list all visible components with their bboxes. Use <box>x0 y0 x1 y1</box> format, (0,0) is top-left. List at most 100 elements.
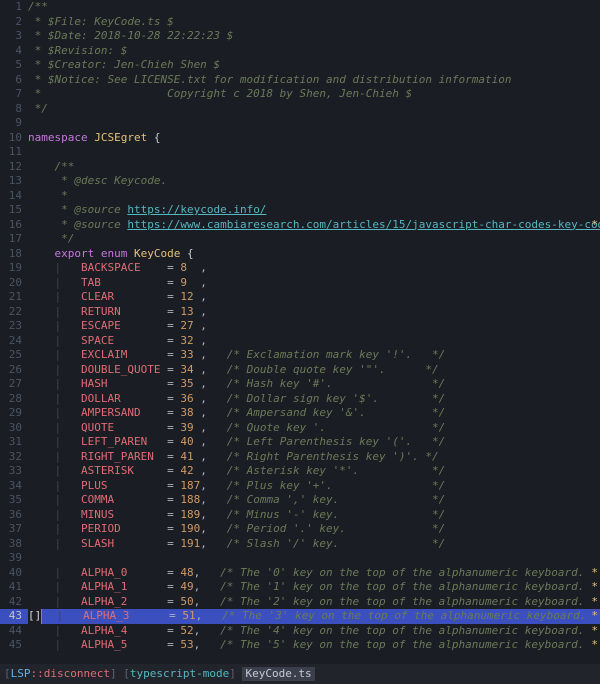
doc-open: /** <box>55 160 75 173</box>
line-number: 2 <box>0 15 28 30</box>
doc-close: */ <box>55 232 75 245</box>
line-number: 22 <box>0 305 28 320</box>
doc-desc: * @desc Keycode. <box>55 174 168 187</box>
bracket-icon: ] <box>110 667 117 682</box>
enum-member: ESCAPE <box>81 319 167 332</box>
line-number: 13 <box>0 174 28 189</box>
line-number: 41 <box>0 580 28 595</box>
doc-blank: * <box>55 189 68 202</box>
enum-value: 49 <box>180 580 193 593</box>
cursor-icon: [] <box>28 609 41 624</box>
enum-member: ALPHA_0 <box>81 566 167 579</box>
enum-value: 42 <box>180 464 200 477</box>
doc-src1: * @source <box>55 203 128 216</box>
enum-member: EXCLAIM <box>81 348 167 361</box>
inline-comment: /* Left Parenthesis key '('. */ <box>227 435 446 448</box>
truncate-icon: * <box>591 624 598 639</box>
enum-member: CLEAR <box>81 290 167 303</box>
enum-value: 52 <box>180 624 193 637</box>
doc-src2: * @source <box>55 218 128 231</box>
comment: */ <box>28 102 48 115</box>
line-number: 17 <box>0 232 28 247</box>
line-number: 6 <box>0 73 28 88</box>
enum-member: RIGHT_PAREN <box>81 450 167 463</box>
enum-value: 189 <box>180 508 200 521</box>
buffer-name[interactable]: KeyCode.ts <box>242 667 314 682</box>
inline-comment: /* The '4' key on the top of the alphanu… <box>220 624 584 637</box>
link-cambia[interactable]: https://www.cambiaresearch.com/articles/… <box>127 218 600 231</box>
comment: * $Creator: Jen-Chieh Shen $ <box>28 58 220 71</box>
enum-member: ALPHA_1 <box>81 580 167 593</box>
enum-member: TAB <box>81 276 167 289</box>
code-editor[interactable]: 1/** 2 * $File: KeyCode.ts $ 3 * $Date: … <box>0 0 600 664</box>
line-number: 33 <box>0 464 28 479</box>
line-number: 43 <box>0 609 28 624</box>
bracket-icon: [ <box>4 667 11 682</box>
enum-value: 36 <box>180 392 200 405</box>
line-number: 16 <box>0 218 28 233</box>
inline-comment: /* Asterisk key '*'. */ <box>227 464 446 477</box>
line-number: 10 <box>0 131 28 146</box>
enum-value: 12 <box>180 290 200 303</box>
line-number: 24 <box>0 334 28 349</box>
enum-value: 8 <box>180 261 200 274</box>
enum-value: 48 <box>180 566 193 579</box>
line-number: 25 <box>0 348 28 363</box>
line-number: 5 <box>0 58 28 73</box>
inline-comment: /* The '0' key on the top of the alphanu… <box>220 566 584 579</box>
line-number: 18 <box>0 247 28 262</box>
line-number: 38 <box>0 537 28 552</box>
lsp-indicator[interactable]: LSP <box>11 667 31 682</box>
major-mode[interactable]: typescript-mode <box>130 667 229 682</box>
enum-value: 9 <box>180 276 200 289</box>
comment: * $Revision: $ <box>28 44 127 57</box>
line-number: 32 <box>0 450 28 465</box>
enum-value: 32 <box>180 334 200 347</box>
keyword-enum: enum <box>101 247 128 260</box>
enum-member: ALPHA_4 <box>81 624 167 637</box>
line-number: 45 <box>0 638 28 653</box>
enum-member: SLASH <box>81 537 167 550</box>
inline-comment: /* Quote key '. */ <box>227 421 446 434</box>
lsp-status[interactable]: disconnect <box>44 667 110 682</box>
inline-comment: /* The '5' key on the top of the alphanu… <box>220 638 584 651</box>
line-number: 29 <box>0 406 28 421</box>
enum-member: SPACE <box>81 334 167 347</box>
line-number: 15 <box>0 203 28 218</box>
comment: * Copyright c 2018 by Shen, Jen-Chieh $ <box>28 87 412 100</box>
line-number: 40 <box>0 566 28 581</box>
enum-member: LEFT_PAREN <box>81 435 167 448</box>
inline-comment: /* Period '.' key. */ <box>227 522 446 535</box>
line-number: 23 <box>0 319 28 334</box>
enum-member: DOUBLE_QUOTE <box>81 363 167 376</box>
enum-member: ALPHA_2 <box>81 595 167 608</box>
line-number: 39 <box>0 551 28 566</box>
truncate-icon: * <box>591 566 598 581</box>
line-number: 12 <box>0 160 28 175</box>
line-number: 31 <box>0 435 28 450</box>
line-number: 4 <box>0 44 28 59</box>
enum-member: HASH <box>81 377 167 390</box>
enum-member: BACKSPACE <box>81 261 167 274</box>
enum-member: AMPERSAND <box>81 406 167 419</box>
truncate-icon: * <box>591 580 598 595</box>
line-number: 7 <box>0 87 28 102</box>
inline-comment: /* The '2' key on the top of the alphanu… <box>220 595 584 608</box>
enum-value: 190 <box>180 522 200 535</box>
namespace-name: JCSEgret <box>94 131 147 144</box>
enum-value: 191 <box>180 537 200 550</box>
line-number: 11 <box>0 145 28 160</box>
enum-member: QUOTE <box>81 421 167 434</box>
comment: * $Notice: See LICENSE.txt for modificat… <box>28 73 511 86</box>
inline-comment: /* Ampersand key '&'. */ <box>227 406 446 419</box>
line-number: 36 <box>0 508 28 523</box>
truncate-icon: * <box>591 595 598 610</box>
enum-member: RETURN <box>81 305 167 318</box>
inline-comment: /* Comma ',' key. */ <box>227 493 446 506</box>
enum-value: 188 <box>180 493 200 506</box>
enum-value: 35 <box>180 377 200 390</box>
line-number: 35 <box>0 493 28 508</box>
enum-name: KeyCode <box>134 247 180 260</box>
link-keycode-info[interactable]: https://keycode.info/ <box>127 203 266 216</box>
line-number: 27 <box>0 377 28 392</box>
